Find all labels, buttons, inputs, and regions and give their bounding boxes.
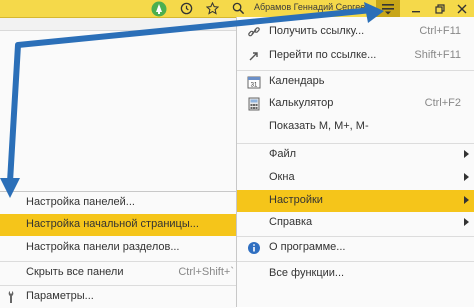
- menu-item-settings[interactable]: Настройки: [237, 190, 474, 212]
- menu-item-label: Окна: [269, 171, 295, 183]
- wrench-icon: [6, 290, 18, 307]
- close-icon[interactable]: [452, 0, 472, 17]
- menu-item-help[interactable]: Справка: [237, 212, 474, 234]
- menu-item-windows[interactable]: Окна: [237, 167, 474, 189]
- menu-item-shortcut: Shift+F11: [414, 49, 461, 61]
- menu-separator: [237, 261, 474, 262]
- submenu-item-label: Параметры...: [26, 290, 94, 302]
- bell-icon[interactable]: [149, 0, 169, 17]
- menu-item-file[interactable]: Файл: [237, 144, 474, 166]
- menu-item-label: Показать M, M+, M-: [269, 120, 369, 132]
- menu-item-show-memory[interactable]: Показать M, M+, M-: [237, 116, 474, 138]
- restore-icon[interactable]: [430, 0, 450, 17]
- menu-item-label: Получить ссылку...: [269, 25, 365, 37]
- menu-item-follow-link[interactable]: Перейти по ссылке... Shift+F11: [237, 45, 474, 67]
- submenu-item-panels-settings[interactable]: Настройка панелей...: [0, 192, 236, 214]
- submenu-item-sections-panel-settings[interactable]: Настройка панели разделов...: [0, 237, 236, 259]
- menu-item-label: О программе...: [269, 241, 346, 253]
- calendar-icon: 31: [247, 75, 261, 89]
- submenu-item-parameters[interactable]: Параметры...: [0, 286, 236, 308]
- menu-item-shortcut: Ctrl+F11: [419, 25, 461, 37]
- user-name[interactable]: Абрамов Геннадий Сергеевич: [254, 2, 368, 12]
- menu-item-label: Календарь: [269, 75, 325, 87]
- submenu-item-shortcut: Ctrl+Shift+`: [178, 266, 234, 278]
- settings-submenu: Настройка панелей... Настройка начальной…: [0, 191, 236, 308]
- menu-item-label: Справка: [269, 216, 313, 228]
- menu-item-get-link[interactable]: Получить ссылку... Ctrl+F11: [237, 21, 474, 43]
- history-icon[interactable]: [177, 0, 195, 17]
- submenu-item-hide-all-panels[interactable]: Скрыть все панели Ctrl+Shift+`: [0, 262, 236, 284]
- submenu-arrow-icon: [464, 218, 469, 226]
- submenu-arrow-icon: [464, 150, 469, 158]
- minimize-icon[interactable]: [406, 0, 426, 17]
- menu-item-calendar[interactable]: 31 Календарь: [237, 71, 474, 93]
- info-icon: [247, 241, 261, 255]
- submenu-arrow-icon: [464, 196, 469, 204]
- menu-item-label: Настройки: [269, 194, 323, 206]
- submenu-arrow-icon: [464, 173, 469, 181]
- submenu-item-label: Настройка начальной страницы...: [26, 218, 199, 230]
- submenu-item-label: Настройка панели разделов...: [26, 241, 180, 253]
- left-header-strip: [0, 18, 236, 31]
- menu-item-all-functions[interactable]: Все функции...: [237, 263, 474, 285]
- main-menu: Получить ссылку... Ctrl+F11 Перейти по с…: [236, 17, 474, 307]
- calculator-icon: [247, 97, 261, 111]
- workspace-area: [0, 31, 236, 191]
- menu-item-shortcut: Ctrl+F2: [424, 97, 461, 109]
- svg-text:31: 31: [251, 83, 258, 89]
- menu-item-calculator[interactable]: Калькулятор Ctrl+F2: [237, 93, 474, 115]
- submenu-item-home-page-settings[interactable]: Настройка начальной страницы...: [0, 214, 236, 236]
- follow-link-icon: [247, 49, 261, 63]
- menu-item-label: Все функции...: [269, 267, 345, 279]
- main-menu-button[interactable]: [376, 0, 400, 17]
- menu-item-label: Файл: [269, 148, 297, 160]
- menu-item-label: Перейти по ссылке...: [269, 49, 377, 61]
- submenu-item-label: Настройка панелей...: [26, 196, 135, 208]
- menu-item-label: Калькулятор: [269, 97, 334, 109]
- submenu-item-label: Скрыть все панели: [26, 266, 124, 278]
- menu-item-about[interactable]: О программе...: [237, 237, 474, 259]
- star-icon[interactable]: [203, 0, 221, 17]
- search-icon[interactable]: [229, 0, 247, 17]
- link-icon: [247, 25, 261, 39]
- menu-icon: [382, 3, 394, 14]
- title-bar: Абрамов Геннадий Сергеевич: [0, 0, 474, 18]
